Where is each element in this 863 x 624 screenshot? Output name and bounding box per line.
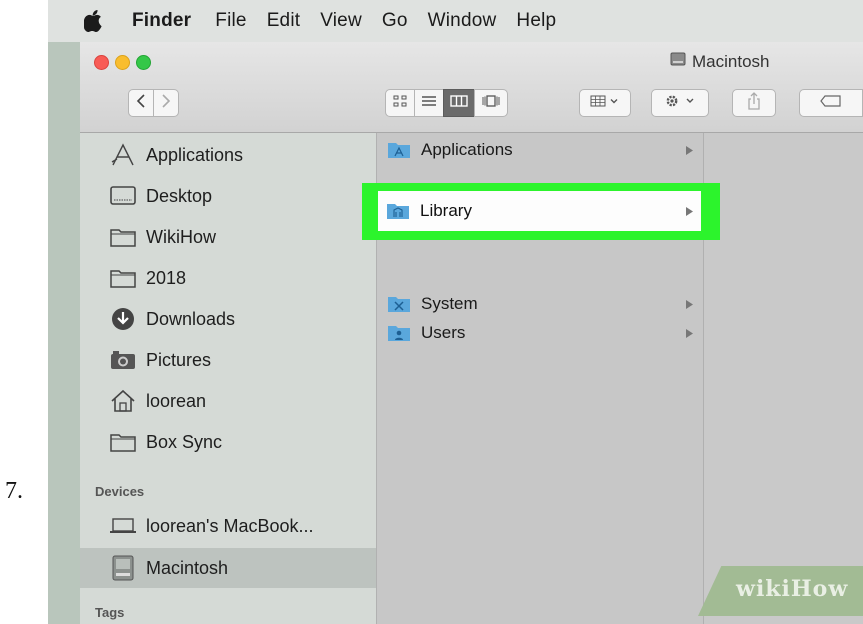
menu-bar: Finder File Edit View Go Window Help [48, 0, 863, 42]
arrange-button[interactable] [579, 89, 631, 117]
laptop-icon [108, 517, 138, 535]
applications-folder-icon [387, 141, 413, 159]
arrange-grid-icon [590, 94, 620, 112]
file-row-label: System [421, 294, 478, 313]
forward-button[interactable] [153, 89, 179, 117]
close-button[interactable] [94, 55, 109, 70]
cover-flow-icon [481, 94, 501, 112]
column-view-button[interactable] [443, 89, 475, 117]
menu-file[interactable]: File [215, 10, 246, 32]
devices-header: Devices [95, 484, 145, 499]
sidebar-item-downloads[interactable]: Downloads [80, 299, 376, 339]
menu-view[interactable]: View [320, 10, 362, 32]
gear-icon [663, 92, 697, 115]
file-row-library[interactable]: Library [378, 191, 701, 231]
share-button[interactable] [732, 89, 776, 117]
finder-window: Macintosh Applications Desktop WikiHow 2… [80, 42, 863, 624]
file-row-label: Users [421, 323, 466, 342]
window-title-text: Macintosh [692, 51, 770, 71]
list-view-button[interactable] [414, 89, 444, 117]
file-row-users[interactable]: Users [377, 320, 703, 346]
sidebar-item-label: Desktop [146, 185, 213, 206]
disclosure-arrow-icon [686, 140, 693, 160]
file-row-applications[interactable]: Applications [377, 137, 703, 163]
home-icon [108, 389, 138, 413]
title-bar: Macintosh [80, 42, 863, 133]
menu-edit[interactable]: Edit [267, 10, 301, 32]
sidebar-item-pictures[interactable]: Pictures [80, 340, 376, 380]
disclosure-arrow-icon [686, 201, 693, 221]
sidebar-item-box-sync[interactable]: Box Sync [80, 422, 376, 462]
hard-drive-icon [108, 555, 138, 581]
sidebar: Applications Desktop WikiHow 2018 Downlo… [80, 133, 377, 624]
screenshot: Finder File Edit View Go Window Help Mac… [48, 0, 863, 624]
menu-go[interactable]: Go [382, 10, 408, 32]
cover-flow-button[interactable] [474, 89, 508, 117]
file-row-label: Applications [421, 140, 513, 159]
sidebar-item-label: Box Sync [146, 431, 223, 452]
menu-finder[interactable]: Finder [132, 10, 191, 32]
menu-help[interactable]: Help [516, 10, 556, 32]
column-view-icon [450, 94, 468, 112]
camera-icon [108, 350, 138, 370]
back-forward-control [128, 89, 179, 117]
zoom-button[interactable] [136, 55, 151, 70]
tag-button[interactable] [799, 89, 863, 117]
users-folder-icon [387, 324, 413, 342]
list-view-icon [421, 94, 437, 112]
back-button[interactable] [128, 89, 154, 117]
library-folder-icon [386, 202, 412, 220]
apple-icon[interactable] [84, 10, 110, 32]
sidebar-item-applications[interactable]: Applications [80, 135, 376, 175]
downloads-icon [108, 307, 138, 331]
desktop-icon [108, 186, 138, 206]
applications-icon [108, 143, 138, 167]
watermark-text: wikiHow [736, 576, 849, 602]
empty-column [704, 133, 863, 624]
file-row-system[interactable]: System [377, 291, 703, 317]
sidebar-item-label: Downloads [146, 308, 236, 329]
sidebar-item-wikihow[interactable]: WikiHow [80, 217, 376, 257]
sidebar-item-label: Applications [146, 144, 244, 165]
sidebar-item-desktop[interactable]: Desktop [80, 176, 376, 216]
chevron-left-icon [136, 93, 146, 113]
icon-view-button[interactable] [385, 89, 415, 117]
hard-drive-icon [670, 51, 686, 72]
minimize-button[interactable] [115, 55, 130, 70]
file-row-label: Library [420, 201, 472, 220]
sidebar-item-2018[interactable]: 2018 [80, 258, 376, 298]
sidebar-item-label: WikiHow [146, 226, 216, 247]
sidebar-item-label: Macintosh [146, 557, 229, 578]
sidebar-item-label: loorean's MacBook... [146, 515, 314, 536]
share-icon [747, 91, 761, 115]
disclosure-arrow-icon [686, 323, 693, 343]
window-title: Macintosh [670, 51, 769, 72]
tag-icon [820, 94, 842, 112]
sidebar-item-loorean[interactable]: loorean [80, 381, 376, 421]
folder-icon [108, 227, 138, 247]
chevron-right-icon [161, 93, 171, 113]
sidebar-item-macbook[interactable]: loorean's MacBook... [80, 506, 376, 546]
step-number: 7. [5, 478, 23, 504]
sidebar-item-label: loorean [146, 390, 207, 411]
sidebar-item-label: Pictures [146, 349, 212, 370]
folder-icon [108, 432, 138, 452]
system-folder-icon [387, 295, 413, 313]
tags-header: Tags [95, 605, 125, 620]
folder-icon [108, 268, 138, 288]
action-button[interactable] [651, 89, 709, 117]
highlight-box: Library [362, 183, 720, 240]
icon-view-icon [393, 94, 407, 112]
sidebar-item-label: 2018 [146, 267, 187, 288]
menu-window[interactable]: Window [428, 10, 497, 32]
sidebar-item-macintosh[interactable]: Macintosh [80, 548, 376, 588]
disclosure-arrow-icon [686, 294, 693, 314]
view-mode-control [385, 89, 508, 117]
